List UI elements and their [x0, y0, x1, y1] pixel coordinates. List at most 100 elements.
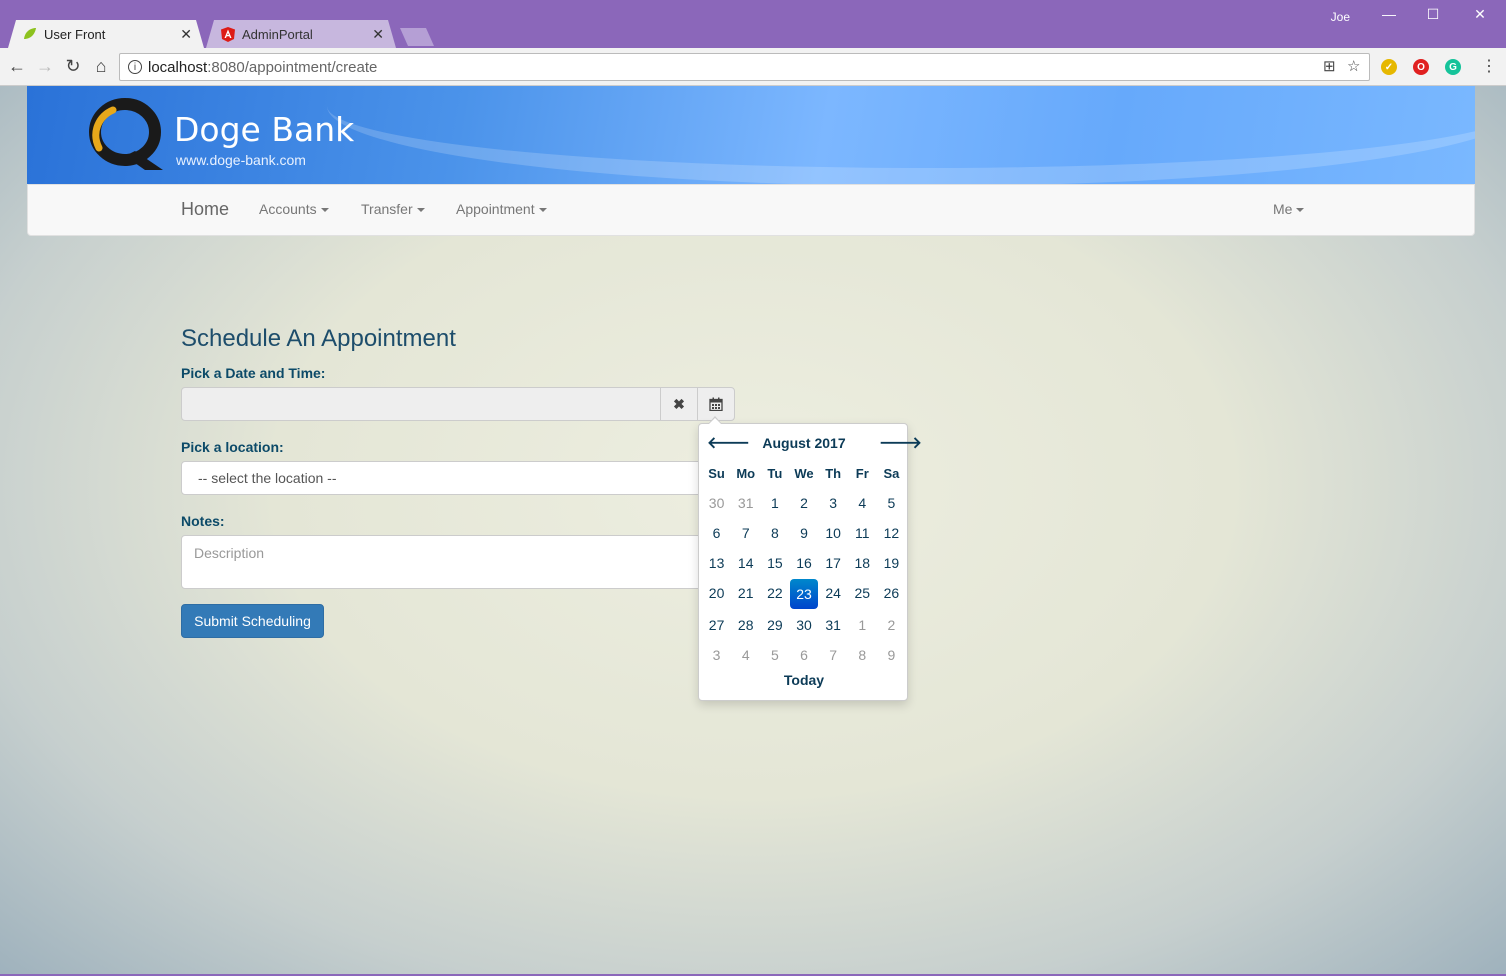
caret-down-icon [538, 208, 547, 213]
calendar-icon [709, 397, 723, 411]
datepicker-popup: 🡐 August 2017 🡒 Su Mo Tu We Th Fr Sa 30 31 1 2 3 4 5 6… [698, 416, 922, 701]
grammarly-icon[interactable]: G [1445, 59, 1461, 75]
browser-toolbar: ← → ↻ ⌂ i localhost:8080/appointment/cre… [0, 48, 1506, 86]
previous-month-icon[interactable]: 🡐 [707, 432, 750, 453]
calendar-day[interactable]: 24 [819, 578, 848, 608]
date-label: Pick a Date and Time: [181, 365, 326, 381]
close-tab-icon[interactable]: ✕ [372, 26, 384, 43]
calendar-day[interactable]: 31 [731, 488, 760, 518]
calendar-day[interactable]: 25 [848, 578, 877, 608]
calendar-day[interactable]: 3 [702, 640, 731, 670]
url-host: localhost [148, 58, 208, 76]
calendar-day[interactable]: 17 [819, 548, 848, 578]
nav-transfer[interactable]: Transfer [361, 201, 425, 217]
calendar-day[interactable]: 8 [848, 640, 877, 670]
location-select[interactable]: -- select the location -- [181, 461, 735, 495]
page-title: Schedule An Appointment [181, 325, 456, 352]
bookmark-star-icon[interactable]: ☆ [1347, 57, 1360, 75]
new-tab-button[interactable] [400, 28, 434, 46]
notes-textarea[interactable]: Description [181, 535, 735, 589]
calendar-day[interactable]: 1 [760, 488, 789, 518]
calendar-day[interactable]: 4 [731, 640, 760, 670]
calendar-day[interactable]: 4 [848, 488, 877, 518]
calendar-day[interactable]: 9 [789, 518, 818, 548]
brand-name: Doge Bank [174, 110, 355, 149]
caret-down-icon [1296, 208, 1305, 213]
calendar-day[interactable]: 22 [760, 578, 789, 608]
calendar-day[interactable]: 30 [702, 488, 731, 518]
nav-home[interactable]: Home [181, 199, 229, 220]
close-window-icon[interactable]: ✕ [1465, 6, 1495, 23]
calendar-day[interactable]: 11 [848, 518, 877, 548]
translate-icon[interactable]: ⊞ [1323, 57, 1336, 75]
calendar-day[interactable]: 6 [702, 518, 731, 548]
calendar-day[interactable]: 13 [702, 548, 731, 578]
reload-icon[interactable]: ↻ [62, 56, 84, 77]
calendar-day[interactable]: 27 [702, 610, 731, 640]
calendar-day[interactable]: 30 [789, 610, 818, 640]
profile-name[interactable]: Joe [1331, 10, 1350, 24]
nav-accounts[interactable]: Accounts [259, 201, 329, 217]
nav-appointment[interactable]: Appointment [456, 201, 547, 217]
calendar-day[interactable]: 31 [819, 610, 848, 640]
maximize-icon[interactable]: ☐ [1418, 6, 1448, 23]
next-month-icon[interactable]: 🡒 [879, 432, 922, 453]
today-button[interactable]: Today [699, 672, 909, 688]
calendar-day[interactable]: 2 [789, 488, 818, 518]
nav-me[interactable]: Me [1273, 201, 1305, 217]
calendar-day[interactable]: 7 [819, 640, 848, 670]
date-time-input[interactable] [181, 387, 661, 421]
calendar-day[interactable]: 8 [760, 518, 789, 548]
calendar-day[interactable]: 21 [731, 578, 760, 608]
calendar-day[interactable]: 9 [877, 640, 906, 670]
back-icon[interactable]: ← [6, 56, 28, 77]
calendar-day[interactable]: 23 [790, 579, 818, 609]
tab-admin-portal[interactable]: AdminPortal ✕ [206, 20, 396, 48]
clear-date-button[interactable]: ✖ [660, 387, 698, 421]
calendar-day[interactable]: 15 [760, 548, 789, 578]
info-icon[interactable]: i [128, 60, 142, 74]
close-tab-icon[interactable]: ✕ [180, 26, 192, 43]
browser-title-bar: User Front ✕ AdminPortal ✕ Joe — ☐ ✕ [0, 0, 1506, 48]
home-icon[interactable]: ⌂ [90, 56, 112, 77]
weekday-header: Mo [736, 465, 756, 481]
calendar-day[interactable]: 6 [789, 640, 818, 670]
tab-user-front[interactable]: User Front ✕ [8, 20, 204, 48]
weekday-header: Th [825, 465, 842, 481]
calendar-day[interactable]: 1 [848, 610, 877, 640]
extension-icon[interactable]: ✓ [1381, 59, 1397, 75]
calendar-day[interactable]: 10 [819, 518, 848, 548]
calendar-day[interactable]: 26 [877, 578, 906, 608]
calendar-day[interactable]: 2 [877, 610, 906, 640]
minimize-icon[interactable]: — [1374, 6, 1404, 22]
weekday-header: We [794, 465, 814, 481]
datepicker-header: 🡐 August 2017 🡒 [699, 432, 922, 454]
calendar-day[interactable]: 29 [760, 610, 789, 640]
calendar-day[interactable]: 3 [819, 488, 848, 518]
calendar-day[interactable]: 28 [731, 610, 760, 640]
calendar-day[interactable]: 20 [702, 578, 731, 608]
calendar-day[interactable]: 18 [848, 548, 877, 578]
tab-title: User Front [44, 26, 106, 42]
tab-title: AdminPortal [242, 26, 313, 42]
calendar-day[interactable]: 19 [877, 548, 906, 578]
submit-scheduling-button[interactable]: Submit Scheduling [181, 604, 324, 638]
location-label: Pick a location: [181, 439, 284, 455]
datepicker-month[interactable]: August 2017 [739, 435, 869, 451]
calendar-day[interactable]: 14 [731, 548, 760, 578]
leaf-icon [22, 26, 38, 42]
opera-extension-icon[interactable]: O [1413, 59, 1429, 75]
calendar-day[interactable]: 16 [789, 548, 818, 578]
menu-icon[interactable]: ⋮ [1478, 56, 1500, 76]
datepicker-grid: Su Mo Tu We Th Fr Sa 30 31 1 2 3 4 5 6 7 8 9 10 11 12 13 14 15 1… [702, 458, 906, 670]
notes-label: Notes: [181, 513, 225, 529]
calendar-day[interactable]: 5 [760, 640, 789, 670]
forward-icon[interactable]: → [34, 56, 56, 77]
address-bar[interactable]: i localhost:8080/appointment/create ⊞ ☆ [119, 53, 1370, 81]
calendar-day[interactable]: 5 [877, 488, 906, 518]
weekday-header: Sa [883, 465, 900, 481]
nav-label: Transfer [361, 201, 413, 217]
nav-label: Appointment [456, 201, 535, 217]
calendar-day[interactable]: 12 [877, 518, 906, 548]
calendar-day[interactable]: 7 [731, 518, 760, 548]
